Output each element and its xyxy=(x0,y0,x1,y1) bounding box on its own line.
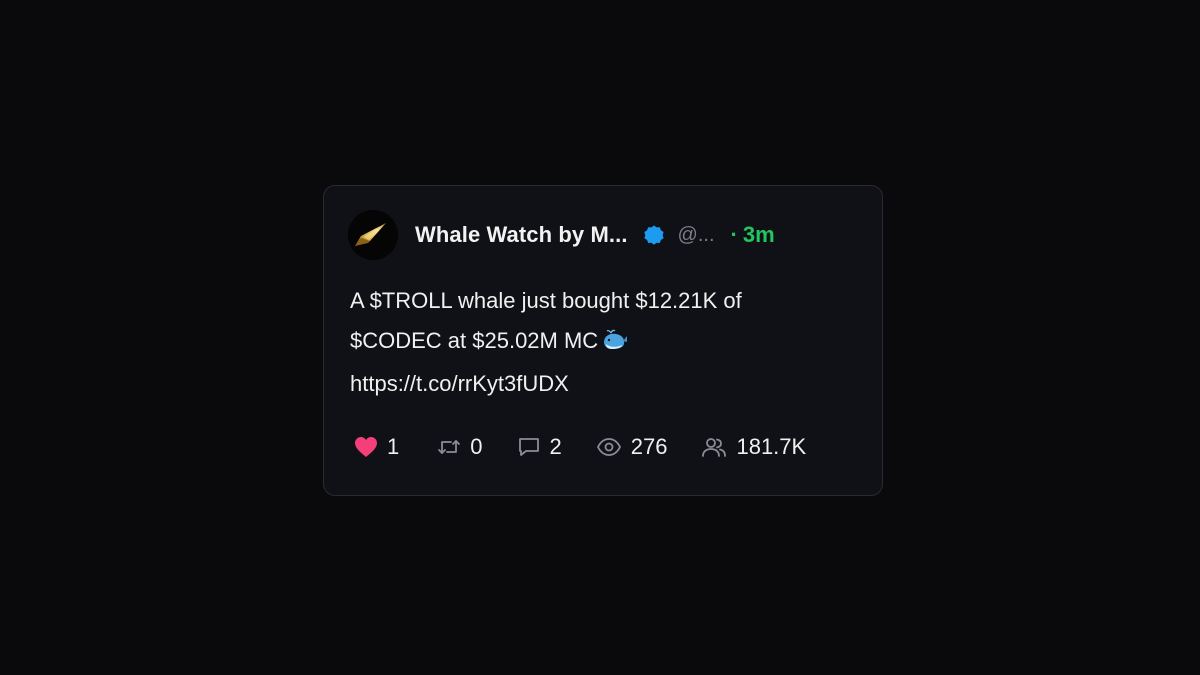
avatar[interactable] xyxy=(348,210,398,260)
like-button[interactable]: 1 xyxy=(354,434,399,460)
post-stats: 1 0 2 276 181.7K xyxy=(354,432,840,462)
eye-icon xyxy=(596,436,622,458)
time-value: 3m xyxy=(742,222,775,247)
post-text-line-2-text: $CODEC at $25.02M MC xyxy=(350,328,599,353)
heart-icon xyxy=(354,436,378,458)
post-header: Whale Watch by M... @... · 3m xyxy=(348,210,775,260)
author-name[interactable]: Whale Watch by M... xyxy=(415,222,628,248)
whale-emoji-icon xyxy=(602,324,628,364)
post-time[interactable]: · 3m xyxy=(731,222,775,248)
followers-stat[interactable]: 181.7K xyxy=(701,434,806,460)
time-separator: · xyxy=(730,222,738,247)
gold-arrow-avatar-icon xyxy=(348,210,398,260)
page-background: Whale Watch by M... @... · 3m A $TROLL wh… xyxy=(0,0,1200,675)
users-icon xyxy=(701,436,727,458)
like-count: 1 xyxy=(387,434,400,459)
post-card[interactable]: Whale Watch by M... @... · 3m A $TROLL wh… xyxy=(323,185,883,496)
author-handle[interactable]: @... xyxy=(678,224,715,247)
post-text-line-2: $CODEC at $25.02M MC xyxy=(350,321,850,364)
follower-count: 181.7K xyxy=(736,434,807,459)
post-body: A $TROLL whale just bought $12.21K of $C… xyxy=(350,281,850,404)
repost-icon xyxy=(437,436,461,458)
views-stat[interactable]: 276 xyxy=(596,434,668,460)
verified-badge-icon xyxy=(642,223,666,247)
reply-count: 2 xyxy=(549,434,562,459)
view-count: 276 xyxy=(630,434,668,459)
repost-count: 0 xyxy=(470,434,483,459)
post-text-line-1: A $TROLL whale just bought $12.21K of xyxy=(350,288,742,313)
repost-button[interactable]: 0 xyxy=(437,434,483,460)
reply-button[interactable]: 2 xyxy=(517,434,562,460)
comment-icon xyxy=(517,436,541,458)
post-link[interactable]: https://t.co/rrKyt3fUDX xyxy=(350,364,850,404)
